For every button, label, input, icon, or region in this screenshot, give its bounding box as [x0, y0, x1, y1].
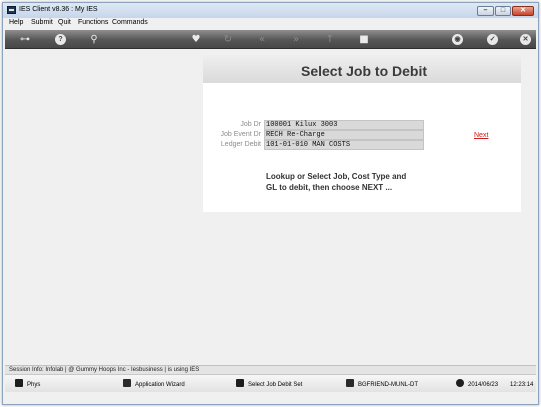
globe-icon[interactable]: ◉	[452, 34, 463, 45]
next-link[interactable]: Next	[474, 132, 488, 139]
job-dr-field[interactable]: 100001 Kilux 3003	[264, 120, 424, 130]
toolbar: ⊶ ? ⚲ ♥ ↻ « » ↑ ■ ◉ ✓ ✕	[5, 30, 536, 49]
refresh-icon[interactable]: ↻	[221, 33, 235, 46]
wizard-icon	[123, 379, 131, 387]
date-label: 2014/06/23	[468, 382, 499, 388]
taskbar-application-wizard[interactable]: Application Wizard	[123, 379, 185, 389]
window-title: IES Client v8.36 : My IES	[19, 6, 98, 13]
menu-quit[interactable]: Quit	[58, 19, 71, 26]
heart-icon[interactable]: ♥	[189, 33, 203, 46]
ledger-debit-label: Ledger Debit	[220, 141, 261, 148]
app-window: IES Client v8.36 : My IES – □ ✕ Help Sub…	[2, 2, 539, 405]
app-logo-icon	[7, 6, 16, 14]
phys-label: Phys	[27, 382, 41, 388]
time-label: 12:23:14	[510, 382, 534, 388]
check-icon[interactable]: ✓	[487, 34, 498, 45]
main-content: Select Job to Debit Job Dr 100001 Kilux …	[5, 50, 536, 366]
bottom-strip	[5, 392, 536, 404]
instruction-line-2: GL to debit, then choose NEXT ...	[266, 183, 393, 192]
taskbar: Phys Application Wizard Select Job Debit…	[5, 374, 536, 392]
menu-help[interactable]: Help	[9, 19, 23, 26]
app-wizard-label: Application Wizard	[135, 382, 185, 388]
session-info-bar: Session Info: Infolab | @ Gummy Hoops In…	[5, 365, 536, 374]
page-title: Select Job to Debit	[300, 63, 428, 79]
ledger-debit-field[interactable]: 101-01-010 MAN COSTS	[264, 140, 424, 150]
search-icon[interactable]: ⚲	[87, 33, 101, 46]
minimize-icon: –	[483, 7, 488, 14]
job-event-dr-label: Job Event Dr	[220, 131, 261, 138]
phys-icon	[15, 379, 23, 387]
current-task-label: Select Job Debit Set	[248, 382, 303, 388]
menu-commands[interactable]: Commands	[112, 19, 148, 26]
select-job-panel: Select Job to Debit Job Dr 100001 Kilux …	[203, 55, 521, 212]
instruction-text: Lookup or Select Job, Cost Type and GL t…	[266, 171, 416, 193]
panel-header: Select Job to Debit	[203, 55, 521, 83]
taskbar-current-task[interactable]: Select Job Debit Set	[236, 379, 302, 389]
maximize-icon: □	[500, 7, 506, 14]
stop-icon[interactable]: ■	[357, 33, 371, 46]
job-dr-label: Job Dr	[240, 121, 261, 128]
computer-icon	[346, 379, 354, 387]
taskbar-datetime: 2014/06/23 12:23:14	[456, 379, 533, 389]
menu-bar: Help Submit Quit Functions Commands	[3, 18, 538, 29]
menu-functions[interactable]: Functions	[78, 19, 108, 26]
up-arrow-icon[interactable]: ↑	[323, 33, 337, 46]
taskbar-phys[interactable]: Phys	[15, 379, 40, 389]
rewind-icon[interactable]: «	[255, 33, 269, 46]
close-icon: ✕	[520, 7, 526, 14]
menu-submit[interactable]: Submit	[31, 19, 53, 26]
task-icon	[236, 379, 244, 387]
machine-label: BGFRIEND-MUNL-DT	[358, 382, 418, 388]
maximize-button[interactable]: □	[495, 6, 511, 16]
taskbar-machine: BGFRIEND-MUNL-DT	[346, 379, 418, 389]
title-bar: IES Client v8.36 : My IES – □ ✕	[3, 3, 538, 18]
close-window-button[interactable]: ✕	[512, 6, 534, 16]
fast-forward-icon[interactable]: »	[289, 33, 303, 46]
minimize-button[interactable]: –	[477, 6, 494, 16]
instruction-line-1: Lookup or Select Job, Cost Type and	[266, 172, 407, 181]
clock-icon	[456, 379, 464, 387]
job-event-dr-field[interactable]: RECH Re-Charge	[264, 130, 424, 140]
info-icon[interactable]: ?	[55, 34, 66, 45]
close-icon[interactable]: ✕	[520, 34, 531, 45]
key-icon[interactable]: ⊶	[15, 33, 35, 46]
